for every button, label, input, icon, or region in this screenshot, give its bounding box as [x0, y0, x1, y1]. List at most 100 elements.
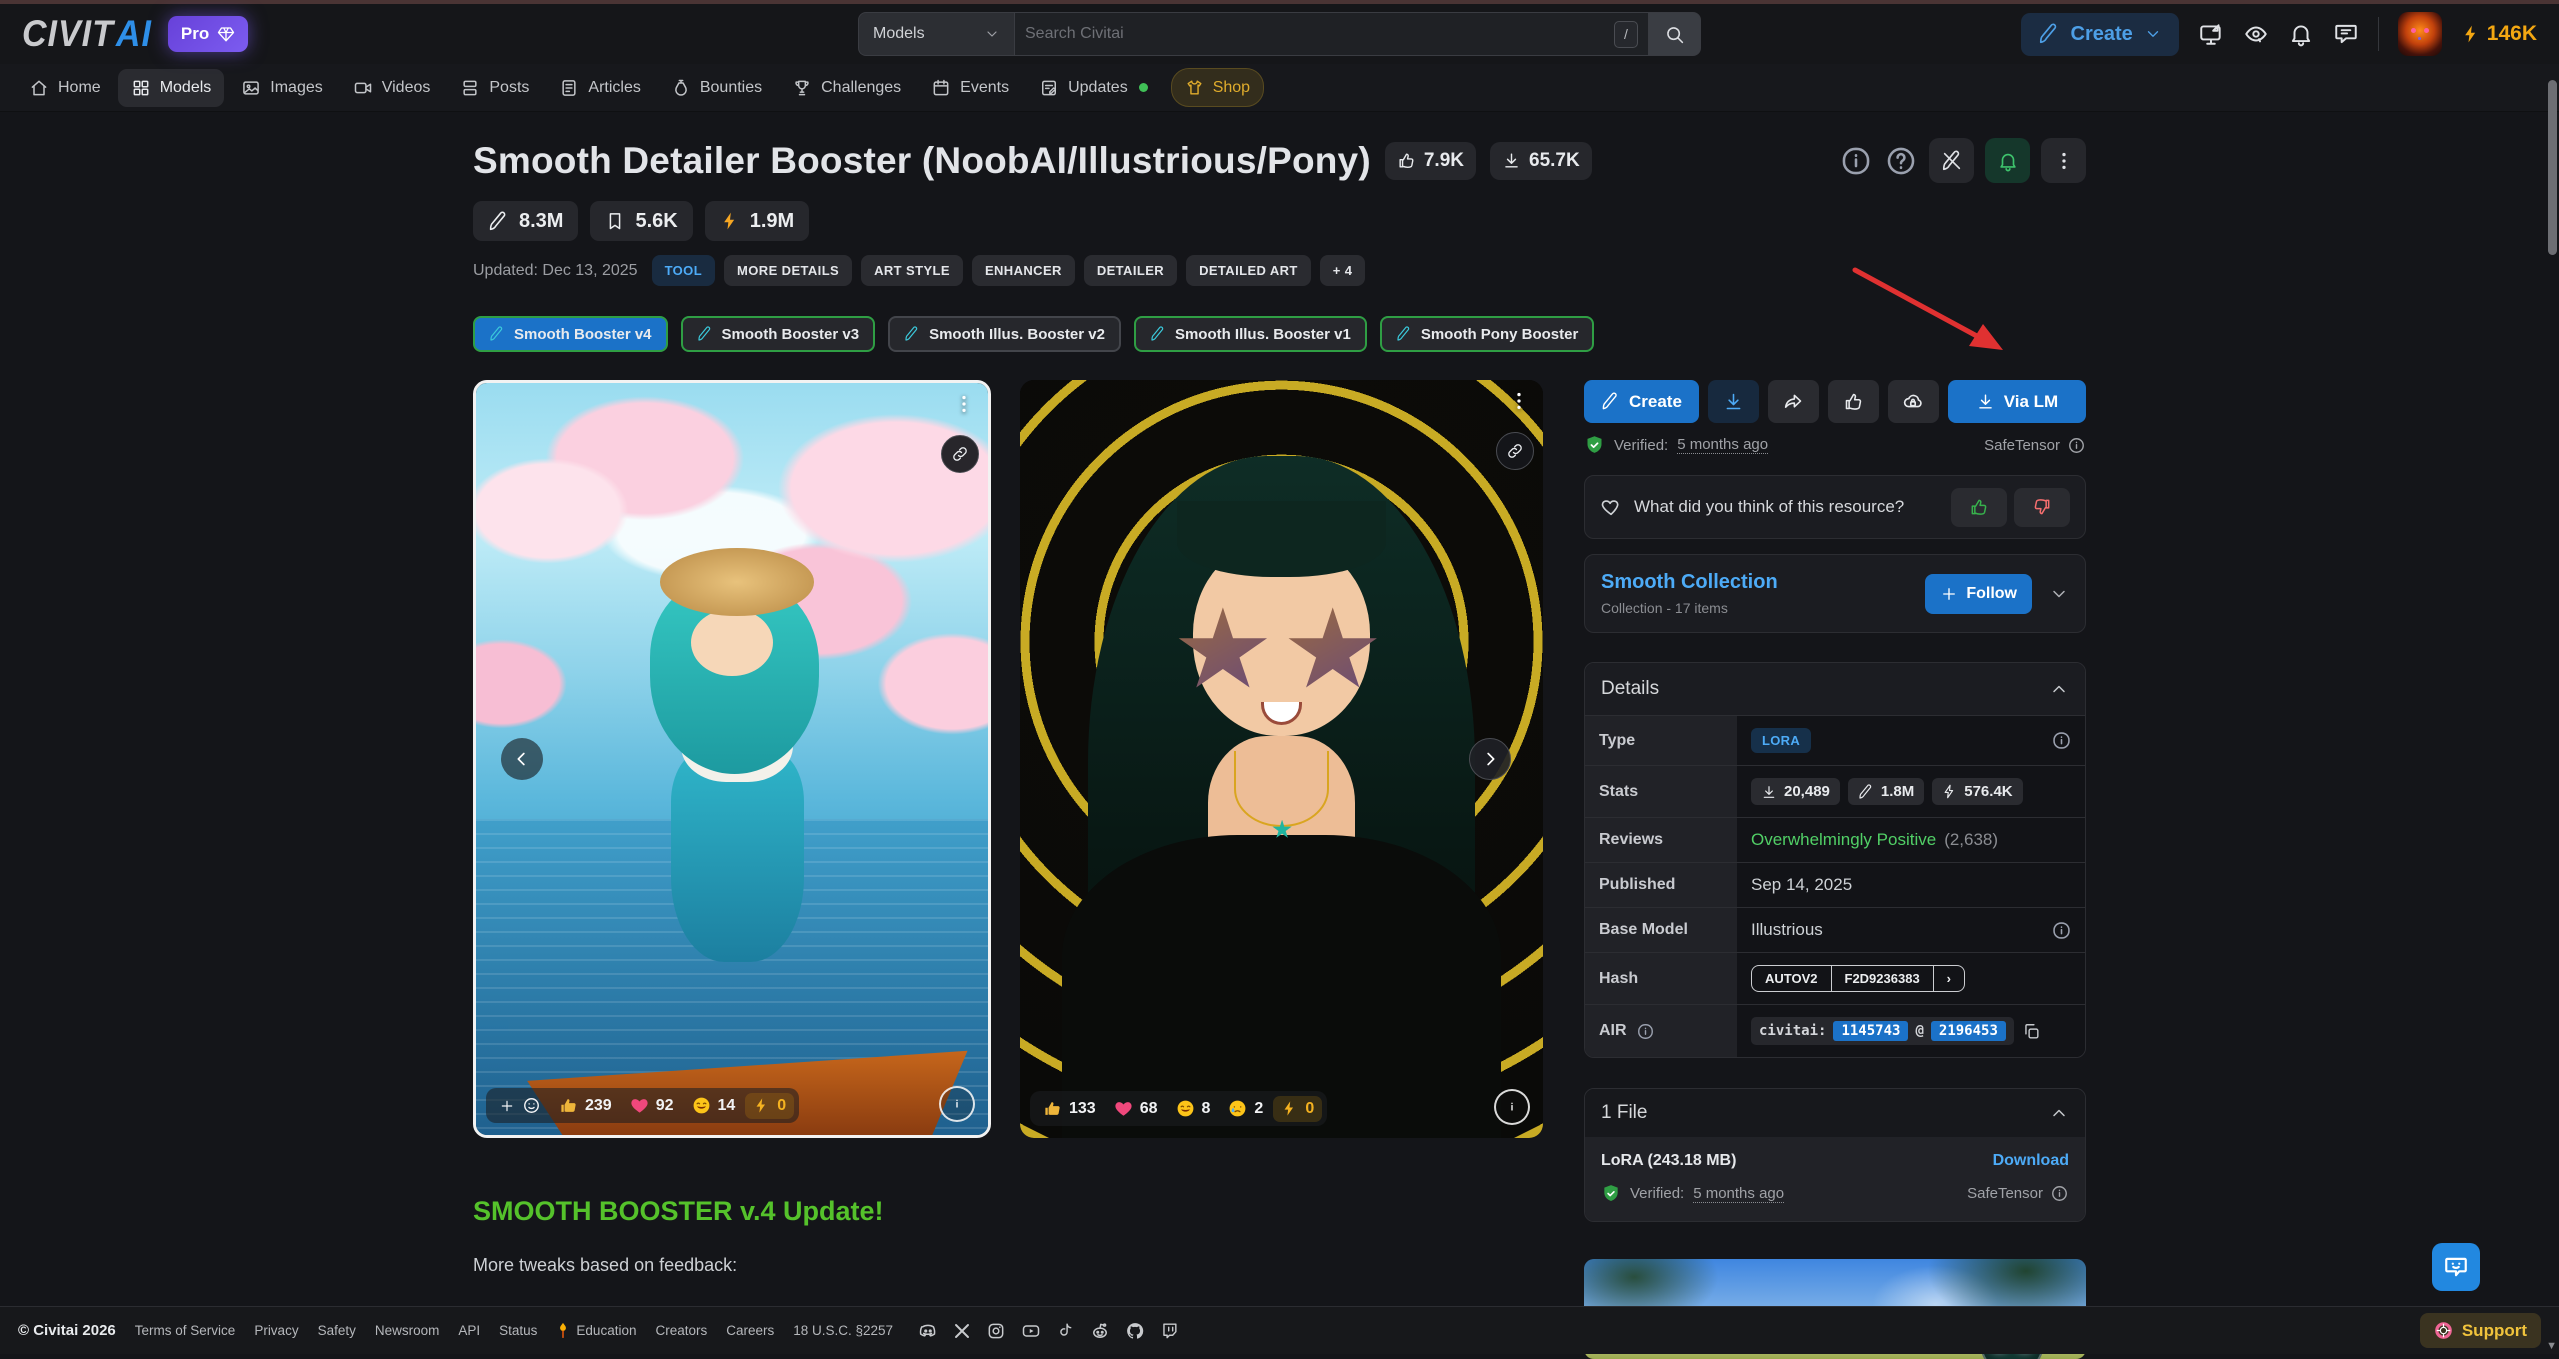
- tiktok-icon[interactable]: [1056, 1321, 1075, 1340]
- pro-badge[interactable]: Pro: [168, 16, 248, 52]
- footer-link-api[interactable]: API: [458, 1323, 480, 1338]
- nav-item-models[interactable]: Models: [118, 69, 225, 107]
- info-circle-icon[interactable]: [2051, 920, 2072, 941]
- version-tab-illus-v1[interactable]: Smooth Illus. Booster v1: [1134, 316, 1367, 352]
- tag-more[interactable]: + 4: [1320, 255, 1366, 286]
- hash-expand-chevron[interactable]: ›: [1933, 966, 1964, 991]
- reaction-laugh[interactable]: 14: [684, 1092, 744, 1119]
- image-menu-icon[interactable]: [1508, 390, 1530, 412]
- footer-link-terms[interactable]: Terms of Service: [135, 1323, 236, 1338]
- notify-bell-button[interactable]: [1985, 138, 2030, 183]
- nav-item-updates[interactable]: Updates: [1026, 69, 1161, 107]
- cloud-save-button[interactable]: [1888, 380, 1939, 423]
- image-link-badge[interactable]: [1496, 432, 1534, 470]
- nav-item-bounties[interactable]: Bounties: [658, 69, 775, 107]
- reaction-cry[interactable]: 2: [1220, 1095, 1271, 1122]
- chat-fab-button[interactable]: [2432, 1243, 2480, 1291]
- air-model-id[interactable]: 1145743: [1833, 1021, 1908, 1041]
- nav-item-events[interactable]: Events: [918, 69, 1022, 107]
- footer-link-creators[interactable]: Creators: [655, 1323, 707, 1338]
- chat-icon[interactable]: [2333, 21, 2359, 47]
- version-tab-v4[interactable]: Smooth Booster v4: [473, 316, 668, 352]
- discord-icon[interactable]: [918, 1321, 938, 1341]
- reaction-heart[interactable]: 68: [1106, 1095, 1166, 1122]
- tag-tool[interactable]: TOOL: [652, 255, 715, 286]
- image-info-button[interactable]: [1494, 1089, 1530, 1125]
- file-download-link[interactable]: Download: [1993, 1152, 2069, 1170]
- nav-item-images[interactable]: Images: [228, 69, 335, 107]
- tag[interactable]: ART STYLE: [861, 255, 963, 286]
- civitai-logo[interactable]: CIVIT AI: [22, 13, 152, 56]
- buzz-balance[interactable]: 146K: [2461, 22, 2537, 46]
- file-verified-time[interactable]: 5 months ago: [1693, 1185, 1784, 1203]
- add-reaction-button[interactable]: [491, 1092, 549, 1119]
- info-circle-icon[interactable]: [1839, 144, 1873, 178]
- tag[interactable]: DETAILER: [1084, 255, 1177, 286]
- reddit-icon[interactable]: [1090, 1321, 1110, 1341]
- search-button[interactable]: [1649, 12, 1701, 56]
- footer-link-status[interactable]: Status: [499, 1323, 537, 1338]
- carousel-next-button[interactable]: [1469, 738, 1511, 780]
- feedback-thumbs-up-button[interactable]: [1951, 488, 2007, 527]
- reaction-laugh[interactable]: 8: [1168, 1095, 1219, 1122]
- collection-name-link[interactable]: Smooth Collection: [1601, 571, 1778, 594]
- file-card-header[interactable]: 1 File: [1585, 1089, 2085, 1137]
- reaction-heart[interactable]: 92: [622, 1092, 682, 1119]
- search-category-select[interactable]: Models: [858, 12, 1014, 56]
- feedback-thumbs-down-button[interactable]: [2014, 488, 2070, 527]
- nav-item-shop[interactable]: Shop: [1171, 68, 1264, 107]
- footer-link-2257[interactable]: 18 U.S.C. §2257: [793, 1323, 893, 1338]
- github-icon[interactable]: [1125, 1321, 1145, 1341]
- scrollbar-thumb[interactable]: [2548, 80, 2557, 255]
- details-header[interactable]: Details: [1585, 663, 2085, 715]
- help-circle-icon[interactable]: [1884, 144, 1918, 178]
- support-button[interactable]: Support: [2420, 1313, 2541, 1348]
- image-link-badge[interactable]: [941, 435, 979, 473]
- instagram-icon[interactable]: [986, 1321, 1006, 1341]
- notifications-bell-icon[interactable]: [2288, 21, 2314, 47]
- version-tab-pony[interactable]: Smooth Pony Booster: [1380, 316, 1595, 352]
- footer-link-privacy[interactable]: Privacy: [254, 1323, 298, 1338]
- nav-item-videos[interactable]: Videos: [340, 69, 444, 107]
- hash-pill[interactable]: AUTOV2 F2D9236383 ›: [1751, 965, 1965, 992]
- tag[interactable]: DETAILED ART: [1186, 255, 1311, 286]
- nav-item-challenges[interactable]: Challenges: [779, 69, 914, 107]
- tag[interactable]: MORE DETAILS: [724, 255, 852, 286]
- copy-icon[interactable]: [2022, 1022, 2041, 1041]
- nav-item-posts[interactable]: Posts: [447, 69, 542, 107]
- version-tab-illus-v2[interactable]: Smooth Illus. Booster v2: [888, 316, 1121, 352]
- reaction-zap[interactable]: 0: [745, 1093, 794, 1119]
- hide-resource-button[interactable]: [1929, 138, 1974, 183]
- air-version-id[interactable]: 2196453: [1931, 1021, 2006, 1041]
- via-lm-button[interactable]: Via LM: [1948, 380, 2086, 423]
- reaction-zap[interactable]: 0: [1273, 1096, 1322, 1122]
- carousel-prev-button[interactable]: [501, 738, 543, 780]
- image-menu-icon[interactable]: [953, 393, 975, 415]
- reaction-like[interactable]: 239: [551, 1092, 620, 1119]
- version-tab-v3[interactable]: Smooth Booster v3: [681, 316, 876, 352]
- reaction-like[interactable]: 133: [1035, 1095, 1104, 1122]
- footer-link-education[interactable]: Education: [556, 1322, 636, 1340]
- download-button[interactable]: [1708, 380, 1759, 423]
- more-options-button[interactable]: [2041, 138, 2086, 183]
- x-icon[interactable]: [953, 1322, 971, 1340]
- info-circle-icon[interactable]: [1636, 1022, 1655, 1041]
- nav-item-articles[interactable]: Articles: [546, 69, 653, 107]
- footer-link-newsroom[interactable]: Newsroom: [375, 1323, 440, 1338]
- info-circle-icon[interactable]: [2067, 436, 2086, 455]
- browsing-level-icon[interactable]: [2243, 21, 2269, 47]
- share-button[interactable]: [1768, 380, 1819, 423]
- footer-link-safety[interactable]: Safety: [318, 1323, 356, 1338]
- gallery-image-1[interactable]: 239 92 14 0: [473, 380, 991, 1138]
- user-avatar[interactable]: [2398, 12, 2442, 56]
- like-button[interactable]: [1828, 380, 1879, 423]
- info-circle-icon[interactable]: [2051, 730, 2072, 751]
- header-create-button[interactable]: Create: [2021, 13, 2179, 56]
- create-button[interactable]: Create: [1584, 380, 1699, 423]
- gallery-image-2[interactable]: 133 68 8 2 0: [1020, 380, 1543, 1138]
- reviews-rating-link[interactable]: Overwhelmingly Positive: [1751, 830, 1936, 850]
- follow-button[interactable]: Follow: [1925, 574, 2032, 614]
- footer-link-careers[interactable]: Careers: [726, 1323, 774, 1338]
- collection-expand-chevron[interactable]: [2049, 584, 2069, 604]
- image-info-button[interactable]: [939, 1086, 975, 1122]
